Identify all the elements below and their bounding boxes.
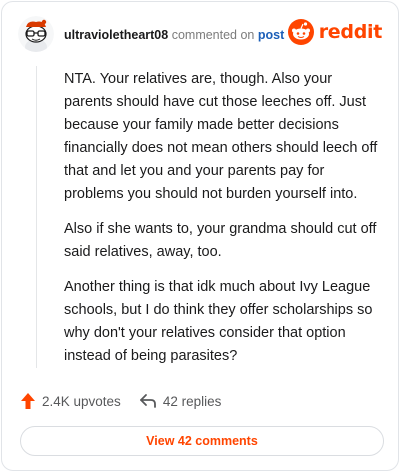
upvotes-count: 2.4K upvotes xyxy=(42,393,121,409)
upvote-arrow-icon xyxy=(20,392,36,410)
comment-stats: 2.4K upvotes 42 replies xyxy=(20,391,221,411)
thread-line xyxy=(36,66,37,368)
snoo-avatar-icon xyxy=(18,16,54,52)
upvotes-stat[interactable]: 2.4K upvotes xyxy=(20,392,121,410)
comment-body: NTA. Your relatives are, though. Also yo… xyxy=(64,68,384,380)
byline: ultravioletheart08 commented on post xyxy=(64,28,284,42)
replies-stat[interactable]: 42 replies xyxy=(139,393,222,409)
brand-wordmark: reddit xyxy=(318,21,383,43)
post-link[interactable]: post xyxy=(258,28,284,42)
action-text: commented on xyxy=(171,28,255,42)
replies-count: 42 replies xyxy=(162,393,222,409)
user-avatar[interactable] xyxy=(18,16,54,52)
view-comments-button[interactable]: View 42 comments xyxy=(20,426,384,456)
reply-arrow-icon xyxy=(139,393,157,409)
username-link[interactable]: ultravioletheart08 xyxy=(64,28,168,42)
comment-paragraph: NTA. Your relatives are, though. Also yo… xyxy=(64,71,378,202)
comment-paragraph: Another thing is that idk much about Ivy… xyxy=(64,279,373,364)
reddit-logo-icon xyxy=(287,19,314,45)
reddit-logo[interactable]: reddit xyxy=(287,19,383,45)
comment-header: ultravioletheart08 commented on post red… xyxy=(18,16,382,56)
comment-paragraph: Also if she wants to, your grandma shoul… xyxy=(64,221,377,260)
comment-card: ultravioletheart08 commented on post red… xyxy=(1,1,399,471)
